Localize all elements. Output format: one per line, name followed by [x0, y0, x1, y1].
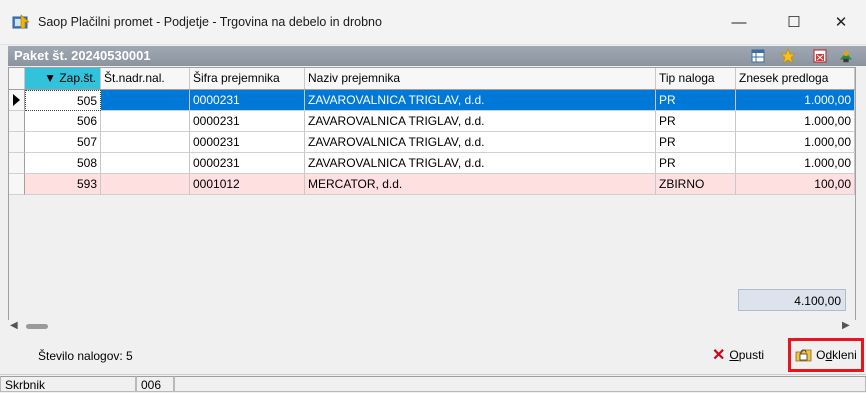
cancel-label-mnemonic: O	[729, 348, 739, 362]
cell-znesek[interactable]: 1.000,00	[736, 132, 855, 153]
cell-sifra[interactable]: 0000231	[190, 132, 305, 153]
title-bar: Saop Plačilni promet - Podjetje - Trgovi…	[0, 0, 866, 45]
table-row[interactable]: 507 0000231 ZAVAROVALNICA TRIGLAV, d.d. …	[25, 132, 855, 153]
row-selector[interactable]	[9, 111, 25, 132]
cell-znesek[interactable]: 1.000,00	[736, 90, 855, 111]
unlock-label: kleni	[832, 348, 857, 362]
table-header: ▼ Zap.št. Št.nadr.nal. Šifra prejemnika …	[9, 68, 855, 90]
scroll-left-icon[interactable]: ◀	[10, 320, 18, 331]
row-selector[interactable]	[9, 90, 25, 111]
minimize-button[interactable]: —	[716, 0, 762, 44]
cell-nadr[interactable]	[101, 174, 190, 195]
status-extra	[174, 376, 866, 392]
cell-sifra[interactable]: 0001012	[190, 174, 305, 195]
cell-nadr[interactable]	[101, 153, 190, 174]
cell-naziv[interactable]: MERCATOR, d.d.	[305, 174, 656, 195]
cell-tip[interactable]: ZBIRNO	[656, 174, 736, 195]
current-row-icon	[13, 94, 20, 106]
column-header-sifra[interactable]: Šifra prejemnika	[190, 68, 305, 89]
column-header-nadr[interactable]: Št.nadr.nal.	[101, 68, 190, 89]
row-selector-column	[9, 90, 25, 195]
row-selector[interactable]	[9, 153, 25, 174]
panel-header: Paket št. 20240530001	[8, 46, 866, 66]
table-body: 505 0000231 ZAVAROVALNICA TRIGLAV, d.d. …	[25, 90, 855, 195]
cell-tip[interactable]: PR	[656, 111, 736, 132]
cell-tip[interactable]: PR	[656, 132, 736, 153]
horizontal-scrollbar[interactable]: ◀ ▶	[8, 320, 856, 332]
grid-settings-icon[interactable]	[750, 48, 766, 64]
table-row[interactable]: 505 0000231 ZAVAROVALNICA TRIGLAV, d.d. …	[25, 90, 855, 111]
cell-zap[interactable]: 507	[25, 132, 101, 153]
row-selector[interactable]	[9, 174, 25, 195]
cell-naziv[interactable]: ZAVAROVALNICA TRIGLAV, d.d.	[305, 153, 656, 174]
close-button[interactable]: ✕	[818, 0, 864, 44]
order-count: Število nalogov: 5	[38, 349, 133, 363]
cell-znesek[interactable]: 1.000,00	[736, 153, 855, 174]
cell-zap[interactable]: 506	[25, 111, 101, 132]
cell-znesek[interactable]: 1.000,00	[736, 111, 855, 132]
cancel-label: pusti	[738, 348, 765, 362]
cell-naziv[interactable]: ZAVAROVALNICA TRIGLAV, d.d.	[305, 111, 656, 132]
column-header-naziv[interactable]: Naziv prejemnika	[305, 68, 656, 89]
total-amount: 4.100,00	[738, 289, 846, 311]
table-row[interactable]: 506 0000231 ZAVAROVALNICA TRIGLAV, d.d. …	[25, 111, 855, 132]
cell-tip[interactable]: PR	[656, 90, 736, 111]
delete-icon[interactable]	[812, 48, 828, 64]
scroll-thumb[interactable]	[26, 324, 48, 329]
cell-sifra[interactable]: 0000231	[190, 153, 305, 174]
status-code: 006	[136, 376, 174, 392]
scroll-right-icon[interactable]: ▶	[842, 320, 850, 331]
cell-sifra[interactable]: 0000231	[190, 111, 305, 132]
unlock-label-prefix: O	[816, 348, 826, 362]
table-row[interactable]: 508 0000231 ZAVAROVALNICA TRIGLAV, d.d. …	[25, 153, 855, 174]
unlock-label-mnemonic: d	[825, 348, 833, 362]
cell-tip[interactable]: PR	[656, 153, 736, 174]
star-icon[interactable]	[780, 48, 796, 64]
unlock-icon	[795, 348, 813, 363]
row-selector[interactable]	[9, 132, 25, 153]
cell-sifra[interactable]: 0000231	[190, 90, 305, 111]
cell-nadr[interactable]	[101, 90, 190, 111]
cell-zap[interactable]: 508	[25, 153, 101, 174]
cancel-icon: ✕	[712, 347, 726, 364]
cell-znesek[interactable]: 100,00	[736, 174, 855, 195]
row-selector-header	[9, 68, 25, 89]
column-header-zap[interactable]: ▼ Zap.št.	[25, 68, 101, 89]
maximize-button[interactable]: ☐	[771, 0, 817, 44]
cell-zap[interactable]: 593	[25, 174, 101, 195]
unlock-button[interactable]: Od kleni	[788, 338, 864, 372]
cell-naziv[interactable]: ZAVAROVALNICA TRIGLAV, d.d.	[305, 132, 656, 153]
cell-zap[interactable]: 505	[25, 90, 101, 111]
cell-naziv[interactable]: ZAVAROVALNICA TRIGLAV, d.d.	[305, 90, 656, 111]
exit-icon[interactable]	[838, 48, 854, 64]
cancel-button[interactable]: ✕ Opusti	[712, 344, 764, 366]
orders-table: ▼ Zap.št. Št.nadr.nal. Šifra prejemnika …	[8, 67, 856, 321]
cell-nadr[interactable]	[101, 132, 190, 153]
column-header-tip[interactable]: Tip naloga	[656, 68, 736, 89]
status-bar: Skrbnik 006	[0, 374, 866, 393]
table-row[interactable]: 593 0001012 MERCATOR, d.d. ZBIRNO 100,00	[25, 174, 855, 195]
status-user: Skrbnik	[0, 376, 136, 392]
window-title: Saop Plačilni promet - Podjetje - Trgovi…	[38, 15, 382, 29]
panel-title: Paket št. 20240530001	[14, 48, 151, 63]
column-header-znesek[interactable]: Znesek predloga	[736, 68, 855, 89]
cell-nadr[interactable]	[101, 111, 190, 132]
app-icon	[12, 14, 30, 30]
